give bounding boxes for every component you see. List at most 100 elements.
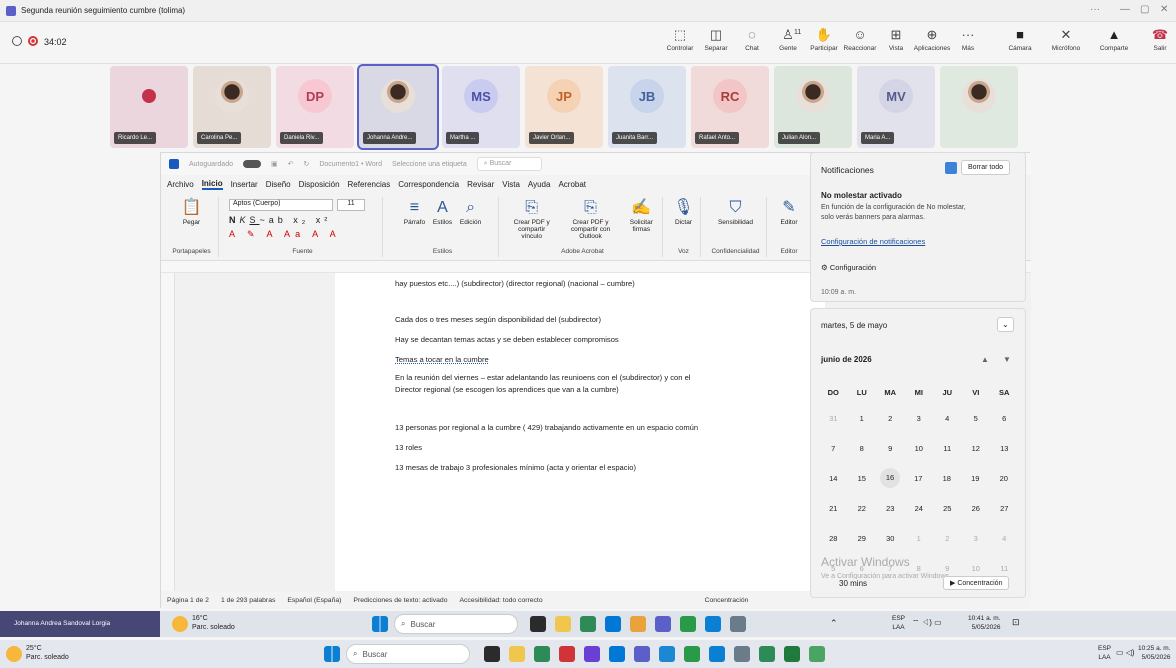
participant-tile[interactable]: Julian Alon... [774, 66, 852, 148]
taskbar-app-icon[interactable] [484, 646, 500, 662]
calendar-day[interactable]: 13 [990, 444, 1019, 453]
menu-revisar[interactable]: Revisar [467, 180, 494, 189]
save-icon[interactable]: ▣ [271, 160, 278, 168]
controlar-button[interactable]: ⬚ Controlar [660, 27, 700, 59]
collapse-calendar-button[interactable]: ⌄ [997, 317, 1014, 332]
font-size-select[interactable]: 11 [337, 199, 365, 211]
calendar-day[interactable]: 1 [905, 534, 934, 543]
notification-bell-icon[interactable]: ⊡ [1012, 617, 1020, 628]
calendar-day[interactable]: 19 [961, 474, 990, 483]
participant-tile[interactable]: Johanna Andre... [357, 64, 439, 150]
weather-icon[interactable] [172, 616, 188, 632]
participant-tile[interactable]: DP Daniela Riv... [276, 66, 354, 148]
participant-tile[interactable]: JP Javier Orlan... [525, 66, 603, 148]
word-search-input[interactable]: ⌕ Buscar [476, 157, 543, 171]
undo-icon[interactable]: ↶ [288, 160, 294, 168]
calendar-day[interactable]: 4 [933, 414, 962, 423]
host-start-icon[interactable] [324, 646, 340, 662]
calendar-day[interactable]: 22 [848, 504, 877, 513]
paragraph-button[interactable]: ≡ Párrafo [404, 197, 425, 226]
participant-tile[interactable]: RC Rafael Anto... [691, 66, 769, 148]
sensitivity-button[interactable]: ⛉ Sensibilidad [718, 197, 753, 226]
font-format-buttons[interactable]: NKS~ab x₂ x² [229, 215, 331, 225]
font-color-buttons[interactable]: A ✎ A Aa A A [229, 229, 341, 240]
calendar-day[interactable]: 23 [876, 504, 905, 513]
language-status[interactable]: Español (España) [287, 597, 341, 604]
taskbar-app-icon[interactable] [709, 646, 725, 662]
calendar-day[interactable]: 12 [962, 444, 991, 453]
salir-button[interactable]: ☎ Salir [1140, 27, 1176, 59]
calendar-day[interactable]: 7 [819, 444, 848, 453]
restore-button[interactable]: ▢ [1140, 4, 1149, 15]
comparte-button[interactable]: ▲ Comparte [1094, 27, 1134, 59]
participant-tile[interactable]: Ricardo Le... [110, 66, 188, 148]
participant-tile[interactable]: Carolina Pe... [193, 66, 271, 148]
taskbar-app-icon[interactable] [705, 616, 721, 632]
tb2-search-input[interactable]: ⌕ Buscar [346, 644, 470, 664]
gente-button[interactable]: ♙ 11 Gente [768, 27, 808, 59]
request-signatures-button[interactable]: ✍ Solicitar firmas [626, 197, 656, 233]
participant-tile[interactable]: MV Maria A... [857, 66, 935, 148]
tb2-tray-icons[interactable]: ▭ ◁) [1116, 648, 1135, 657]
taskbar-app-icon[interactable] [630, 616, 646, 632]
taskbar-app-icon[interactable] [609, 646, 625, 662]
taskbar-app-icon[interactable] [530, 616, 546, 632]
taskbar-app-icon[interactable] [534, 646, 550, 662]
window-more-button[interactable]: ··· [1090, 4, 1100, 15]
taskbar-app-icon[interactable] [634, 646, 650, 662]
host-weather-icon[interactable] [6, 646, 22, 662]
text-predictions-status[interactable]: Predicciones de texto: activado [353, 597, 447, 604]
menu-insertar[interactable]: Insertar [231, 180, 258, 189]
word-count[interactable]: 1 de 293 palabras [221, 597, 275, 604]
calendar-day[interactable]: 26 [962, 504, 991, 513]
calendar-day[interactable]: 2 [876, 414, 905, 423]
calendar-day[interactable]: 30 [876, 534, 905, 543]
taskbar-app-icon[interactable] [580, 616, 596, 632]
taskbar-app-icon[interactable] [555, 616, 571, 632]
calendar-day[interactable]: 3 [962, 534, 991, 543]
styles-button[interactable]: A Estilos [433, 197, 452, 226]
tb2-language[interactable]: ESP LAA [1098, 644, 1111, 662]
notification-settings-link[interactable]: Configuración de notificaciones [821, 237, 925, 246]
editor-button[interactable]: ✎ Editor [781, 197, 798, 226]
do-not-disturb-icon[interactable] [945, 162, 957, 174]
separar-button[interactable]: ◫ Separar [696, 27, 736, 59]
taskbar-app-icon[interactable] [684, 646, 700, 662]
menu-referencias[interactable]: Referencias [348, 180, 391, 189]
más-button[interactable]: ··· Más [948, 27, 988, 59]
micrófono-button[interactable]: ✕ Micrófono [1046, 27, 1086, 59]
accessibility-status[interactable]: Accesibilidad: todo correcto [459, 597, 542, 604]
reaccionar-button[interactable]: ☺ Reaccionar [840, 27, 880, 59]
calendar-day[interactable]: 15 [848, 474, 877, 483]
editing-button[interactable]: ⌕ Edición [460, 197, 481, 226]
create-pdf-link-button[interactable]: ⎘ Crear PDF y compartir vínculo [509, 197, 555, 240]
taskbar-app-icon[interactable] [730, 616, 746, 632]
calendar-day[interactable]: 24 [905, 504, 934, 513]
calendar-day[interactable]: 29 [848, 534, 877, 543]
calendar-day[interactable]: 20 [990, 474, 1019, 483]
calendar-day[interactable]: 5 [962, 414, 991, 423]
menu-archivo[interactable]: Archivo [167, 180, 194, 189]
calendar-day[interactable]: 10 [962, 564, 991, 573]
calendar-day[interactable]: 17 [904, 474, 933, 483]
calendar-day[interactable]: 9 [933, 564, 962, 573]
tb1-language[interactable]: ESP LAA [892, 614, 905, 632]
taskbar-app-icon[interactable] [809, 646, 825, 662]
settings-link[interactable]: ⚙ Configuración [821, 263, 876, 272]
cámara-button[interactable]: ■ Cámara [1000, 27, 1040, 59]
taskbar-app-icon[interactable] [659, 646, 675, 662]
menu-ayuda[interactable]: Ayuda [528, 180, 551, 189]
chat-button[interactable]: ◌ Chat [732, 27, 772, 59]
menu-inicio[interactable]: Inicio [201, 179, 223, 190]
tb2-clock[interactable]: 10:25 a. m. 5/05/2026 [1138, 644, 1171, 662]
tb1-tray-icons[interactable]: ⌔ ◁) ▭ [912, 618, 942, 628]
tb1-clock[interactable]: 10:41 a. m. 5/05/2026 [968, 614, 1001, 632]
taskbar-app-icon[interactable] [584, 646, 600, 662]
calendar-day[interactable]: 10 [905, 444, 934, 453]
prev-month-button[interactable]: ▲ [981, 355, 989, 364]
taskbar-app-icon[interactable] [655, 616, 671, 632]
calendar-month[interactable]: junio de 2026 [821, 355, 872, 364]
tb1-search-input[interactable]: ⌕ Buscar [394, 614, 518, 634]
minimize-button[interactable]: — [1120, 4, 1130, 15]
participant-tile[interactable]: JB Juanita Barr... [608, 66, 686, 148]
